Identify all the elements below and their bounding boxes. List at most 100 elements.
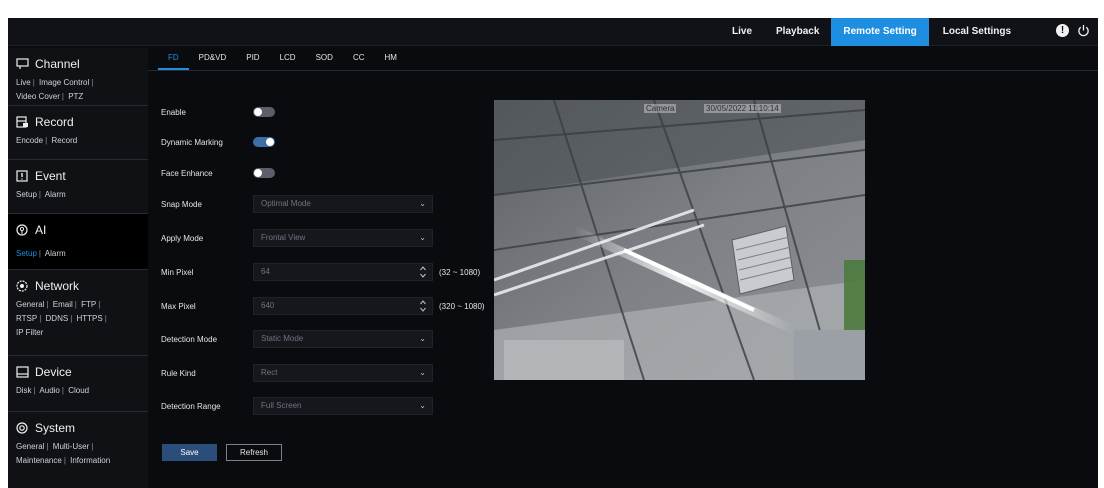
sidebar-section-event: Event Setup | Alarm: [8, 160, 148, 214]
sidebar-link-maintenance[interactable]: Maintenance: [16, 456, 62, 465]
camera-image: [494, 100, 865, 380]
chevron-down-icon: ⌄: [419, 233, 426, 242]
sidebar-head-device[interactable]: Device: [16, 363, 140, 381]
detection-mode-label: Detection Mode: [161, 334, 218, 344]
sidebar-link-video-cover[interactable]: Video Cover: [16, 92, 60, 101]
sidebar-link-record[interactable]: Record: [51, 136, 77, 145]
detection-mode-row: Detection Mode Static Mode ⌄: [161, 330, 433, 348]
sidebar-link-rtsp[interactable]: RTSP: [16, 314, 37, 323]
ai-icon: [16, 224, 29, 236]
camera-timestamp: 30/05/2022 11:10:14: [704, 104, 781, 113]
sidebar-link-ddns[interactable]: DDNS: [46, 314, 69, 323]
sidebar-head-channel[interactable]: Channel: [16, 55, 140, 73]
apply-mode-row: Apply Mode Frontal View ⌄: [161, 229, 433, 247]
nav-playback[interactable]: Playback: [764, 18, 831, 46]
camera-preview[interactable]: Camera 30/05/2022 11:10:14: [494, 100, 865, 380]
sidebar-link-setup[interactable]: Setup: [16, 190, 37, 199]
rule-kind-row: Rule Kind Rect ⌄: [161, 364, 433, 382]
face-enhance-toggle[interactable]: [253, 168, 275, 178]
sidebar-link-cloud[interactable]: Cloud: [68, 386, 89, 395]
sidebar-links-channel: Live | Image Control | Video Cover | PTZ: [16, 78, 94, 101]
sidebar-head-ai[interactable]: AI: [16, 221, 140, 239]
sidebar-link-ip-filter[interactable]: IP Filter: [16, 328, 43, 337]
sidebar-title-event: Event: [35, 169, 66, 183]
tab-pid[interactable]: PID: [236, 48, 269, 70]
min-pixel-label: Min Pixel: [161, 267, 194, 277]
dynamic-marking-label: Dynamic Marking: [161, 137, 223, 147]
sidebar-section-device: Device Disk | Audio | Cloud: [8, 356, 148, 412]
sidebar-link-audio[interactable]: Audio: [39, 386, 59, 395]
sidebar-link-system-general[interactable]: General: [16, 442, 44, 451]
detection-range-select[interactable]: Full Screen ⌄: [253, 397, 433, 415]
alert-icon[interactable]: !: [1056, 24, 1069, 37]
enable-label: Enable: [161, 107, 186, 117]
dynamic-marking-row: Dynamic Marking: [161, 134, 275, 150]
face-enhance-row: Face Enhance: [161, 165, 275, 181]
enable-toggle[interactable]: [253, 107, 275, 117]
tab-pd-vd[interactable]: PD&VD: [189, 48, 237, 70]
record-icon: [16, 116, 29, 128]
sidebar-title-device: Device: [35, 365, 72, 379]
min-pixel-input[interactable]: 64: [253, 263, 433, 281]
sidebar-link-information[interactable]: Information: [70, 456, 110, 465]
detection-mode-select[interactable]: Static Mode ⌄: [253, 330, 433, 348]
top-bar: Live Playback Remote Setting Local Setti…: [8, 18, 1098, 46]
sidebar-link-https[interactable]: HTTPS: [77, 314, 103, 323]
tab-lcd[interactable]: LCD: [270, 48, 306, 70]
sidebar-link-ai-alarm[interactable]: Alarm: [45, 249, 66, 258]
top-navigation: Live Playback Remote Setting Local Setti…: [720, 18, 1037, 46]
min-pixel-value: 64: [261, 267, 270, 276]
sidebar: Channel Live | Image Control | Video Cover…: [8, 48, 148, 488]
nav-live[interactable]: Live: [720, 18, 764, 46]
face-enhance-label: Face Enhance: [161, 168, 213, 178]
dynamic-marking-toggle[interactable]: [253, 137, 275, 147]
sidebar-link-image-control[interactable]: Image Control: [39, 78, 89, 87]
sidebar-head-event[interactable]: Event: [16, 167, 140, 185]
rule-kind-value: Rect: [261, 368, 278, 377]
snap-mode-row: Snap Mode Optimal Mode ⌄: [161, 195, 433, 213]
detection-range-value: Full Screen: [261, 401, 302, 410]
nav-local-settings[interactable]: Local Settings: [929, 18, 1037, 46]
sidebar-section-network: Network General | Email | FTP | RTSP | DDNS |…: [8, 270, 148, 356]
detection-range-row: Detection Range Full Screen ⌄: [161, 397, 433, 415]
app-window: Live Playback Remote Setting Local Setti…: [8, 18, 1098, 488]
refresh-button[interactable]: Refresh: [226, 444, 282, 461]
nav-remote-setting[interactable]: Remote Setting: [831, 18, 929, 46]
sidebar-links-ai: Setup | Alarm: [16, 249, 66, 258]
power-icon[interactable]: [1077, 24, 1090, 37]
sidebar-title-ai: AI: [35, 223, 47, 237]
sidebar-head-network[interactable]: Network: [16, 277, 140, 295]
save-button[interactable]: Save: [162, 444, 217, 461]
sidebar-link-ptz[interactable]: PTZ: [68, 92, 83, 101]
sidebar-link-disk[interactable]: Disk: [16, 386, 32, 395]
sidebar-link-ftp[interactable]: FTP: [81, 300, 96, 309]
sidebar-head-system[interactable]: System: [16, 419, 140, 437]
detection-range-label: Detection Range: [161, 401, 221, 411]
tab-sod[interactable]: SOD: [306, 48, 343, 70]
tab-fd[interactable]: FD: [158, 48, 189, 70]
spinner-icon[interactable]: [419, 265, 427, 279]
sidebar-link-encode[interactable]: Encode: [16, 136, 43, 145]
chevron-down-icon: ⌄: [419, 401, 426, 410]
spinner-icon[interactable]: [419, 299, 427, 313]
sidebar-link-alarm[interactable]: Alarm: [45, 190, 66, 199]
snap-mode-select[interactable]: Optimal Mode ⌄: [253, 195, 433, 213]
max-pixel-input[interactable]: 640: [253, 297, 433, 315]
sidebar-links-event: Setup | Alarm: [16, 190, 66, 199]
sidebar-head-record[interactable]: Record: [16, 113, 140, 131]
tab-hm[interactable]: HM: [375, 48, 407, 70]
sidebar-link-network-general[interactable]: General: [16, 300, 44, 309]
tab-cc[interactable]: CC: [343, 48, 375, 70]
apply-mode-select[interactable]: Frontal View ⌄: [253, 229, 433, 247]
sidebar-link-email[interactable]: Email: [53, 300, 73, 309]
max-pixel-label: Max Pixel: [161, 301, 196, 311]
rule-kind-select[interactable]: Rect ⌄: [253, 364, 433, 382]
event-icon: [16, 170, 29, 182]
top-icons: !: [1056, 24, 1090, 37]
max-pixel-value: 640: [261, 301, 275, 310]
detection-mode-value: Static Mode: [261, 334, 304, 343]
sidebar-link-ai-setup[interactable]: Setup: [16, 249, 37, 258]
sidebar-link-live[interactable]: Live: [16, 78, 31, 87]
snap-mode-label: Snap Mode: [161, 199, 202, 209]
sidebar-link-multi-user[interactable]: Multi-User: [53, 442, 89, 451]
